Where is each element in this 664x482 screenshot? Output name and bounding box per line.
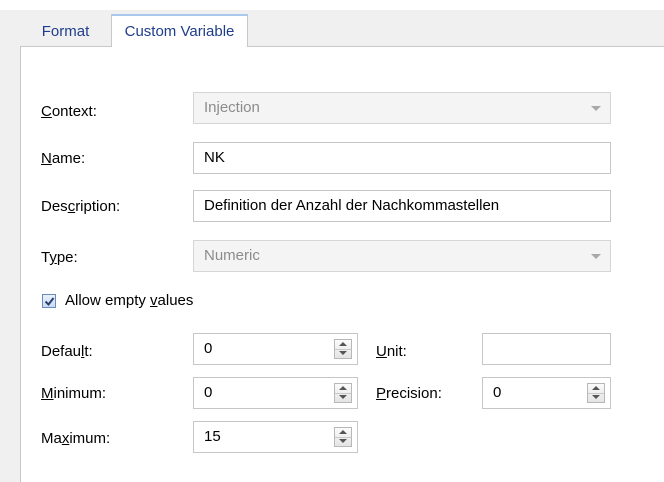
spin-down-icon[interactable]	[588, 393, 604, 402]
unit-label: Unit:	[376, 343, 407, 360]
maximum-spin-buttons[interactable]	[334, 427, 352, 447]
name-label: Name:	[41, 150, 86, 167]
spin-down-icon[interactable]	[335, 349, 351, 358]
allow-empty-checkbox[interactable]	[42, 294, 56, 308]
context-value: Injection	[204, 99, 260, 116]
maximum-stepper[interactable]: 15	[193, 421, 358, 453]
name-field[interactable]: NK	[193, 142, 611, 174]
default-value: 0	[204, 340, 213, 357]
context-label: Context:	[41, 103, 97, 120]
chevron-down-icon	[591, 254, 601, 259]
unit-field[interactable]	[482, 333, 611, 365]
tab-format[interactable]: Format	[20, 18, 111, 46]
spin-down-icon[interactable]	[335, 437, 351, 446]
spin-down-icon[interactable]	[335, 393, 351, 402]
minimum-spin-buttons[interactable]	[334, 383, 352, 403]
minimum-label: Minimum:	[41, 385, 107, 402]
maximum-label: Maximum:	[41, 430, 111, 447]
type-label: Type:	[41, 249, 78, 266]
description-label: Description:	[41, 198, 121, 215]
allow-empty-label: Allow empty values	[65, 292, 194, 309]
precision-stepper[interactable]: 0	[482, 377, 611, 409]
custom-variable-panel: Context: Injection Name: NK Description:…	[20, 46, 664, 482]
type-dropdown[interactable]: Numeric	[193, 240, 611, 272]
checkmark-icon	[44, 297, 55, 307]
top-strip	[0, 0, 664, 10]
precision-spin-buttons[interactable]	[587, 383, 605, 403]
default-stepper[interactable]: 0	[193, 333, 358, 365]
chevron-down-icon	[591, 106, 601, 111]
type-value: Numeric	[204, 247, 260, 264]
description-field[interactable]: Definition der Anzahl der Nachkommastell…	[193, 190, 611, 222]
maximum-value: 15	[204, 428, 221, 445]
default-label: Default:	[41, 343, 93, 360]
tab-custom-variable[interactable]: Custom Variable	[111, 14, 248, 47]
precision-label: Precision:	[376, 385, 442, 402]
precision-value: 0	[493, 384, 502, 401]
minimum-value: 0	[204, 384, 213, 401]
default-spin-buttons[interactable]	[334, 339, 352, 359]
context-dropdown[interactable]: Injection	[193, 92, 611, 124]
minimum-stepper[interactable]: 0	[193, 377, 358, 409]
